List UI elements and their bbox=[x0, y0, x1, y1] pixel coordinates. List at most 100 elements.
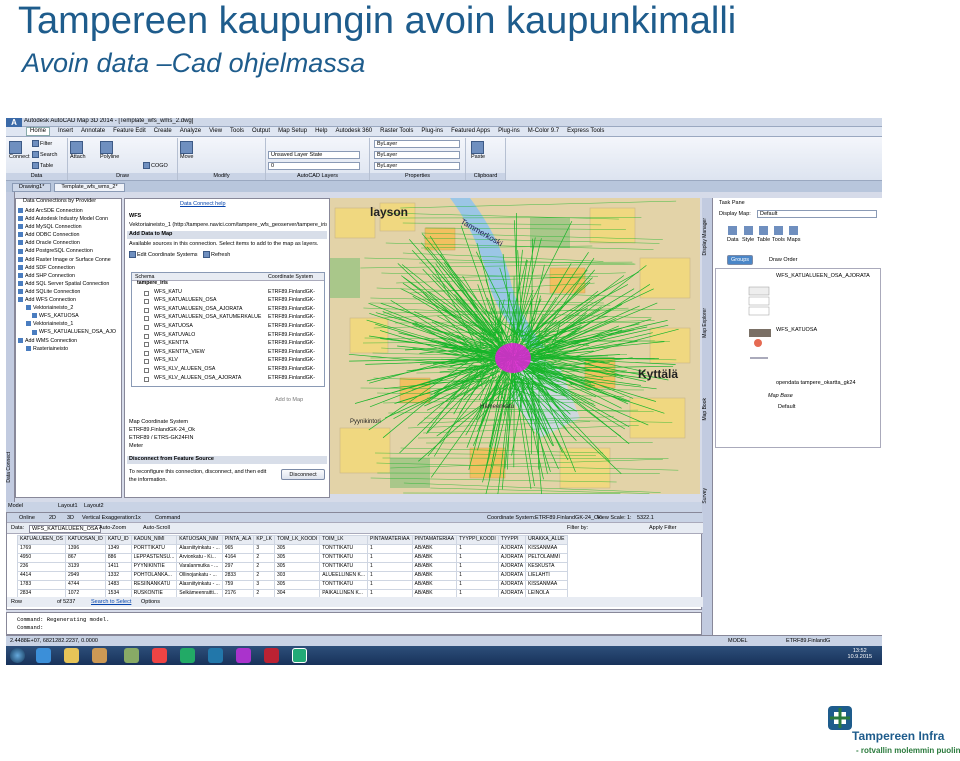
column-header[interactable]: KATUALUEEN_OS bbox=[17, 535, 66, 545]
layer-4[interactable]: Default bbox=[778, 404, 795, 410]
column-header[interactable]: TYYPPI_KOODI bbox=[456, 535, 499, 545]
options-button[interactable]: Options bbox=[141, 599, 160, 605]
vertical-exaggeration-value[interactable]: 1x bbox=[135, 515, 141, 521]
column-header[interactable]: PINTAMATERIAA bbox=[366, 535, 413, 545]
connection-item[interactable]: Add SQLite Connection bbox=[18, 289, 122, 297]
chrome-icon[interactable] bbox=[152, 648, 167, 663]
edit-cs-button[interactable]: Edit Coordinate Systems bbox=[129, 251, 198, 258]
schema-checkbox[interactable] bbox=[144, 376, 149, 382]
ie-icon[interactable] bbox=[36, 648, 51, 663]
disconnect-button[interactable]: Disconnect bbox=[281, 469, 325, 480]
connection-item[interactable]: Add SQL Server Spatial Connection bbox=[18, 281, 122, 289]
task-tool-table[interactable]: Table bbox=[757, 226, 770, 243]
lineweight-dropdown[interactable]: ByLayer bbox=[374, 162, 460, 170]
search-to-select-link[interactable]: Search to Select bbox=[91, 599, 131, 605]
ribbon-tab[interactable]: Analyze bbox=[180, 128, 201, 135]
coordinate-system-value[interactable]: ETRF89.FinlandGK-24_Ok bbox=[535, 515, 601, 521]
task-tool-style[interactable]: Style bbox=[742, 226, 754, 243]
filter-button[interactable]: Filter bbox=[32, 140, 52, 147]
schema-checkbox[interactable] bbox=[144, 350, 149, 356]
ribbon-tab[interactable]: M-Color 9.7 bbox=[528, 128, 559, 135]
task-tool-tools[interactable]: Tools bbox=[772, 226, 785, 243]
layer-0[interactable]: WFS_KATUALUEEN_OSA_AJORATA bbox=[776, 273, 870, 279]
view-scale-value[interactable]: 5322.1 bbox=[637, 515, 654, 521]
ribbon-tab[interactable]: Raster Tools bbox=[380, 128, 413, 135]
tab-drawing1[interactable]: Drawing1* bbox=[12, 183, 52, 192]
connection-item[interactable]: WFS_KATUALUEEN_OSA_AJO bbox=[18, 329, 122, 337]
ribbon-tab[interactable]: Home bbox=[26, 127, 51, 136]
add-to-map-button[interactable]: Add to Map bbox=[275, 397, 303, 403]
layout1-tab[interactable]: Layout1 bbox=[58, 503, 78, 509]
ribbon-tab[interactable]: Help bbox=[315, 128, 327, 135]
ribbon-tab[interactable]: Annotate bbox=[81, 128, 105, 135]
column-header[interactable]: KATUOSAN_NIM bbox=[176, 535, 223, 545]
ribbon-tab[interactable]: Plug-ins bbox=[498, 128, 520, 135]
connection-item[interactable]: Add Oracle Connection bbox=[18, 240, 122, 248]
ribbon-tab[interactable]: Feature Edit bbox=[113, 128, 146, 135]
column-header[interactable]: URAKKA_ALUE bbox=[525, 535, 568, 545]
connection-item[interactable]: Add PostgreSQL Connection bbox=[18, 248, 122, 256]
column-header[interactable]: KATU_ID bbox=[104, 535, 132, 545]
attach-button[interactable]: Attach bbox=[70, 141, 86, 160]
connect-button[interactable]: Connect bbox=[9, 141, 30, 160]
schema-row[interactable]: WFS_KLV_ALUEEN_OSA_AJORATA ETRF89.Finland… bbox=[132, 375, 324, 385]
ribbon-tab[interactable]: View bbox=[209, 128, 222, 135]
column-header[interactable]: PINTAMATERIAA bbox=[411, 535, 458, 545]
column-header[interactable]: KATUOSAN_ID bbox=[64, 535, 106, 545]
move-button[interactable]: Move bbox=[180, 141, 194, 160]
groups-button[interactable]: Groups bbox=[727, 255, 753, 265]
column-header[interactable]: KP_LK bbox=[253, 535, 275, 545]
column-header[interactable]: TOIM_LK bbox=[319, 535, 368, 545]
ribbon-tab[interactable]: Autodesk 360 bbox=[335, 128, 372, 135]
column-header[interactable]: TOIM_LK_KOODI bbox=[273, 535, 321, 545]
schema-checkbox[interactable] bbox=[144, 290, 149, 296]
ribbon-tab[interactable]: Plug-ins bbox=[421, 128, 443, 135]
pdf-icon[interactable] bbox=[264, 648, 279, 663]
ribbon-tab[interactable]: Map Setup bbox=[278, 128, 307, 135]
layer-state-dropdown[interactable]: Unsaved Layer State bbox=[268, 151, 360, 159]
explorer-icon[interactable] bbox=[64, 648, 79, 663]
table-row[interactable]: 4950 867 886 LEPPÄSTENSU... Arvionkatu - Ki.… bbox=[17, 553, 568, 563]
cogo-button[interactable]: COGO bbox=[143, 162, 168, 169]
ribbon-tab[interactable]: Featured Apps bbox=[451, 128, 490, 135]
connection-item[interactable]: Vektoriaineisto_2 bbox=[18, 305, 122, 313]
auto-zoom-button[interactable]: Auto-Zoom bbox=[99, 525, 126, 531]
connection-item[interactable]: Add Raster Image or Surface Conne bbox=[18, 257, 122, 265]
connection-item[interactable]: Add SDF Connection bbox=[18, 265, 122, 273]
auto-scroll-button[interactable]: Auto-Scroll bbox=[143, 525, 170, 531]
column-header[interactable]: TYYPPI bbox=[497, 535, 527, 545]
ribbon-tab[interactable]: Insert bbox=[58, 128, 73, 135]
column-header[interactable]: KADUN_NIMI bbox=[130, 535, 178, 545]
start-button[interactable] bbox=[10, 648, 25, 663]
layer-3[interactable]: Map Base bbox=[768, 393, 793, 399]
schema-checkbox[interactable] bbox=[144, 324, 149, 330]
autocad-icon[interactable] bbox=[292, 648, 307, 663]
layer-dropdown[interactable]: 0 bbox=[268, 162, 360, 170]
connection-item[interactable]: Add SHP Connection bbox=[18, 273, 122, 281]
table-button[interactable]: Table bbox=[32, 162, 53, 169]
command-prompt[interactable]: Command: bbox=[17, 624, 43, 631]
status-cs[interactable]: ETRF89.FinlandG bbox=[786, 638, 830, 644]
side-tab[interactable]: Map Book bbox=[702, 398, 709, 421]
search-button[interactable]: Search bbox=[32, 151, 57, 158]
layer-1[interactable]: WFS_KATUOSA bbox=[776, 327, 817, 333]
layout2-tab[interactable]: Layout2 bbox=[84, 503, 104, 509]
ribbon-tab[interactable]: Tools bbox=[230, 128, 244, 135]
connection-item[interactable]: Vektoriaineisto_1 bbox=[18, 321, 122, 329]
refresh-button[interactable]: Refresh bbox=[203, 251, 230, 258]
schema-checkbox[interactable] bbox=[144, 333, 149, 339]
connection-item[interactable]: Add WMS Connection bbox=[18, 338, 122, 346]
command-line[interactable]: Command: Regenerating model. Command: bbox=[6, 612, 702, 635]
side-tab[interactable]: Display Manager bbox=[702, 218, 709, 256]
tools-icon[interactable] bbox=[124, 648, 139, 663]
connection-item[interactable]: Add MySQL Connection bbox=[18, 224, 122, 232]
task-tool-maps[interactable]: Maps bbox=[787, 226, 800, 243]
connection-item[interactable]: Add ODBC Connection bbox=[18, 232, 122, 240]
schema-checkbox[interactable] bbox=[144, 359, 149, 365]
apply-filter-button[interactable]: Apply Filter bbox=[649, 525, 677, 531]
app-icon[interactable] bbox=[180, 648, 195, 663]
ribbon-tab[interactable]: Output bbox=[252, 128, 270, 135]
linetype-dropdown[interactable]: ByLayer bbox=[374, 151, 460, 159]
connection-item[interactable]: Rasteriaineisto bbox=[18, 346, 122, 354]
command-button[interactable]: Command bbox=[155, 515, 180, 521]
